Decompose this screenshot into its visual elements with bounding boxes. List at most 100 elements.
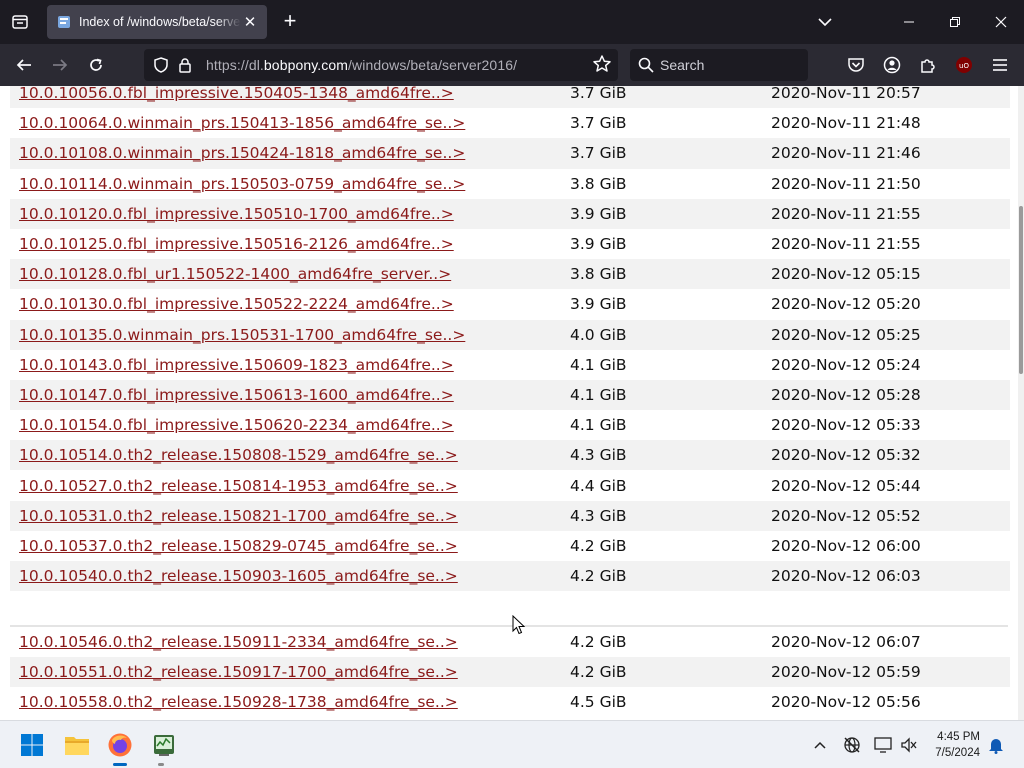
file-link[interactable]: 10.0.10537.0.th2_release.150829-0745_amd… xyxy=(19,537,458,555)
file-size-cell: 3.7 GiB xyxy=(561,86,762,109)
firefox-active-indicator xyxy=(113,763,127,766)
vertical-scrollbar[interactable] xyxy=(1018,86,1024,720)
network-status-button[interactable] xyxy=(842,735,862,755)
file-link[interactable]: 10.0.10527.0.th2_release.150814-1953_amd… xyxy=(19,477,458,495)
reload-button[interactable] xyxy=(81,50,111,80)
bookmark-star-icon[interactable] xyxy=(592,54,612,77)
show-hidden-icons-button[interactable] xyxy=(810,735,830,755)
task-manager-taskbar-button[interactable] xyxy=(148,729,180,761)
extensions-button[interactable] xyxy=(914,51,942,79)
file-link[interactable]: 10.0.10125.0.fbl_impressive.150516-2126_… xyxy=(19,235,454,253)
minimize-icon xyxy=(904,21,914,23)
tab-close-icon[interactable]: ✕ xyxy=(241,13,259,31)
file-link[interactable]: 10.0.10143.0.fbl_impressive.150609-1823_… xyxy=(19,356,454,374)
file-name-cell: 10.0.10514.0.th2_release.150808-1529_amd… xyxy=(10,440,561,471)
file-name-cell: 10.0.10108.0.winmain_prs.150424-1818_amd… xyxy=(10,138,561,169)
task-manager-icon xyxy=(154,735,174,756)
system-clock[interactable]: 4:45 PM 7/5/2024 xyxy=(920,729,980,761)
file-link[interactable]: 10.0.10546.0.th2_release.150911-2334_amd… xyxy=(19,633,458,651)
file-link[interactable]: 10.0.10056.0.fbl_impressive.150405-1348_… xyxy=(19,86,454,102)
start-button[interactable] xyxy=(16,729,48,761)
file-link[interactable]: 10.0.10135.0.winmain_prs.150531-1700_amd… xyxy=(19,326,465,344)
file-link[interactable]: 10.0.10064.0.winmain_prs.150413-1856_amd… xyxy=(19,114,465,132)
file-link[interactable]: 10.0.10531.0.th2_release.150821-1700_amd… xyxy=(19,507,458,525)
windows-logo-icon xyxy=(21,734,43,756)
table-row: 10.0.10540.0.th2_release.150903-1605_amd… xyxy=(10,561,1010,592)
file-name-cell: 10.0.10114.0.winmain_prs.150503-0759_amd… xyxy=(10,168,561,199)
account-button[interactable] xyxy=(878,51,906,79)
lock-icon[interactable] xyxy=(174,54,196,76)
table-row: 10.0.10154.0.fbl_impressive.150620-2234_… xyxy=(10,410,1010,441)
file-size-cell: 4.1 GiB xyxy=(561,410,762,441)
file-link[interactable]: 10.0.10108.0.winmain_prs.150424-1818_amd… xyxy=(19,144,465,162)
new-tab-button[interactable]: + xyxy=(278,10,302,34)
file-size-cell: 4.2 GiB xyxy=(561,627,762,658)
volume-button[interactable] xyxy=(899,735,919,755)
file-date-cell: 2020-Nov-12 05:24 xyxy=(762,349,1010,380)
speaker-muted-icon xyxy=(901,737,917,753)
pocket-button[interactable] xyxy=(842,51,870,79)
notifications-button[interactable] xyxy=(986,735,1006,755)
table-row: 10.0.10147.0.fbl_impressive.150613-1600_… xyxy=(10,379,1010,411)
reload-icon xyxy=(90,58,102,71)
back-button[interactable] xyxy=(9,50,39,80)
file-link[interactable]: 10.0.10540.0.th2_release.150903-1605_amd… xyxy=(19,567,458,585)
file-link[interactable]: 10.0.10558.0.th2_release.150928-1738_amd… xyxy=(19,693,458,711)
table-row: 10.0.10125.0.fbl_impressive.150516-2126_… xyxy=(10,228,1010,260)
table-row: 10.0.10108.0.winmain_prs.150424-1818_amd… xyxy=(10,138,1010,169)
file-link[interactable]: 10.0.10147.0.fbl_impressive.150613-1600_… xyxy=(19,386,454,404)
page-content[interactable]: 10.0.10056.0.fbl_impressive.150405-1348_… xyxy=(0,86,1018,720)
file-link[interactable]: 10.0.10514.0.th2_release.150808-1529_amd… xyxy=(19,446,458,464)
tracking-protection-shield-icon[interactable] xyxy=(150,54,172,76)
file-date-cell: 2020-Nov-12 05:59 xyxy=(762,657,1010,688)
file-name-cell: 10.0.10558.0.th2_release.150928-1738_amd… xyxy=(10,687,561,718)
file-link[interactable]: 10.0.10551.0.th2_release.150917-1700_amd… xyxy=(19,663,458,681)
pocket-icon xyxy=(848,58,864,72)
close-window-button[interactable] xyxy=(978,0,1024,44)
file-date-cell: 2020-Nov-12 06:07 xyxy=(762,627,1010,658)
ublock-origin-button[interactable]: uO xyxy=(950,51,978,79)
file-link[interactable]: 10.0.10114.0.winmain_prs.150503-0759_amd… xyxy=(19,175,465,193)
file-date-cell: 2020-Nov-12 06:00 xyxy=(762,530,1010,561)
restore-button[interactable] xyxy=(932,0,978,44)
list-all-tabs-button[interactable] xyxy=(814,12,836,32)
file-link[interactable]: 10.0.10130.0.fbl_impressive.150522-2224_… xyxy=(19,295,454,313)
app-menu-button[interactable] xyxy=(986,51,1014,79)
minimize-button[interactable] xyxy=(886,0,932,44)
file-date-cell: 2020-Nov-12 05:28 xyxy=(762,379,1010,411)
file-size-cell: 3.9 GiB xyxy=(561,198,762,229)
file-explorer-taskbar-button[interactable] xyxy=(61,729,93,761)
file-name-cell: 10.0.10154.0.fbl_impressive.150620-2234_… xyxy=(10,410,561,441)
file-name-cell: 10.0.10128.0.fbl_ur1.150522-1400_amd64fr… xyxy=(10,259,561,290)
url-text[interactable]: https://dl.bobpony.com/windows/beta/serv… xyxy=(206,57,517,73)
firefox-taskbar-button[interactable] xyxy=(104,729,136,761)
forward-button[interactable] xyxy=(45,50,75,80)
table-row: 10.0.10551.0.th2_release.150917-1700_amd… xyxy=(10,657,1010,688)
arrow-right-icon xyxy=(53,59,68,71)
active-tab[interactable]: Index of /windows/beta/server2016/ ✕ xyxy=(47,5,267,39)
file-size-cell: 3.9 GiB xyxy=(561,289,762,320)
file-size-cell: 3.8 GiB xyxy=(561,259,762,290)
clock-time: 4:45 PM xyxy=(937,731,980,743)
file-name-cell: 10.0.10551.0.th2_release.150917-1700_amd… xyxy=(10,657,561,688)
file-size-cell: 4.2 GiB xyxy=(561,561,762,592)
display-button[interactable] xyxy=(873,735,893,755)
file-date-cell: 2020-Nov-12 05:25 xyxy=(762,319,1010,350)
url-prefix: https://dl. xyxy=(206,57,264,73)
search-bar[interactable]: Search xyxy=(630,49,808,81)
file-name-cell: 10.0.10531.0.th2_release.150821-1700_amd… xyxy=(10,500,561,531)
address-bar[interactable]: https://dl.bobpony.com/windows/beta/serv… xyxy=(144,49,618,81)
hamburger-menu-icon xyxy=(993,59,1007,71)
arrow-left-icon xyxy=(16,59,31,71)
restore-icon xyxy=(950,17,960,27)
firefox-view-button[interactable] xyxy=(0,0,40,44)
file-name-cell: 10.0.10546.0.th2_release.150911-2334_amd… xyxy=(10,627,561,658)
url-path: /windows/beta/server2016/ xyxy=(348,57,518,73)
table-row: 10.0.10120.0.fbl_impressive.150510-1700_… xyxy=(10,198,1010,229)
clock-date: 7/5/2024 xyxy=(935,747,980,759)
file-link[interactable]: 10.0.10128.0.fbl_ur1.150522-1400_amd64fr… xyxy=(19,265,451,283)
file-link[interactable]: 10.0.10120.0.fbl_impressive.150510-1700_… xyxy=(19,205,454,223)
file-link[interactable]: 10.0.10154.0.fbl_impressive.150620-2234_… xyxy=(19,416,454,434)
table-row: 10.0.10130.0.fbl_impressive.150522-2224_… xyxy=(10,289,1010,320)
scrollbar-thumb[interactable] xyxy=(1019,206,1023,374)
